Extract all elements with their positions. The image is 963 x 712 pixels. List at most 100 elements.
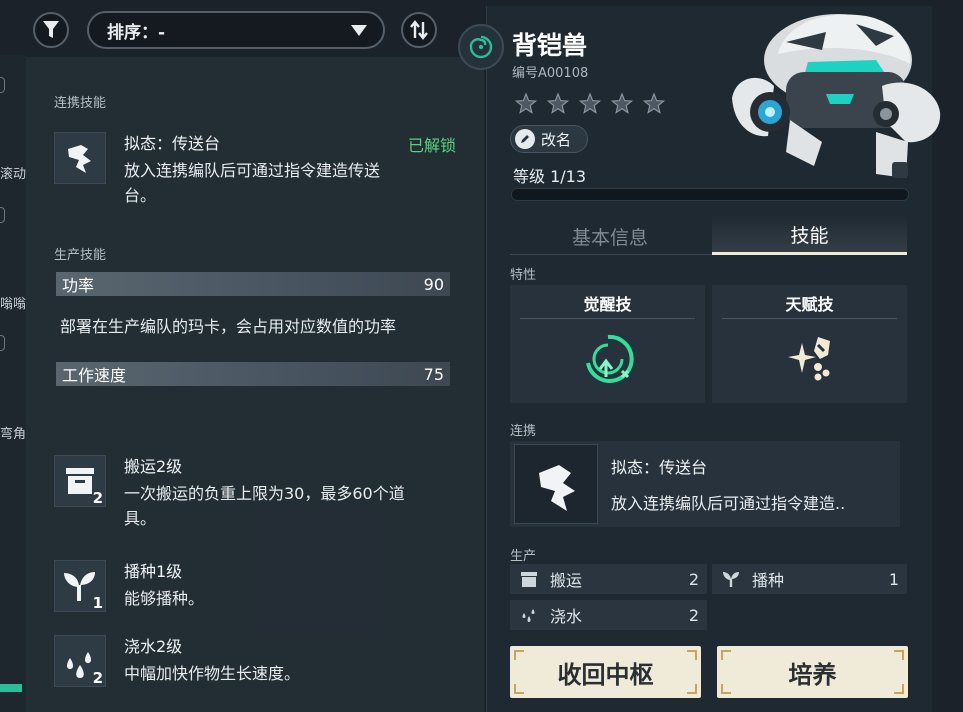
production-skill-name: 浇水2级	[124, 637, 183, 656]
link-card-desc: 放入连携编队后可通过指令建造..	[611, 494, 846, 513]
link-skill-entry: 拟态：传送台 已解锁 放入连携编队后可通过指令建造传送 台。	[54, 132, 456, 207]
background-list-item: 滚动	[0, 167, 27, 182]
power-label: 功率	[62, 276, 95, 295]
trait-card-talent[interactable]: 天赋技	[712, 285, 907, 403]
production-section-label: 生产	[510, 549, 537, 564]
element-badge	[458, 24, 504, 70]
background-list-strip: 滚动 嗡嗡 弯角	[0, 55, 26, 712]
sprout-icon	[720, 568, 742, 590]
production-skill-entry: 2 浇水2级 中幅加快作物生长速度。	[54, 635, 456, 688]
sort-order-icon	[410, 20, 428, 40]
star-icon	[642, 92, 666, 114]
star-icon	[578, 92, 602, 114]
rename-label: 改名	[541, 130, 572, 149]
work-speed-label: 工作速度	[62, 366, 127, 385]
rename-button[interactable]: 改名	[510, 125, 588, 153]
background-list-item: 嗡嗡	[0, 297, 27, 312]
power-value: 90	[423, 274, 444, 294]
link-skill-name: 拟态：传送台	[124, 134, 221, 153]
production-skill-entry: 1 播种1级 能够播种。	[54, 560, 456, 613]
pencil-icon	[515, 129, 535, 149]
character-portrait	[732, 14, 941, 178]
background-list-item: 弯角	[0, 427, 27, 442]
trait-divider	[722, 318, 897, 319]
traits-section-label: 特性	[510, 268, 537, 283]
teleporter-mimic-icon	[514, 444, 598, 524]
active-tab-indicator	[712, 252, 907, 255]
skill-level-badge: 1	[92, 594, 103, 612]
sort-label: 排序：-	[107, 22, 166, 43]
production-item-sow: 播种 1	[712, 564, 907, 594]
star-icon	[514, 92, 538, 114]
unlocked-status-badge: 已解锁	[407, 136, 456, 155]
production-skill-name: 播种1级	[124, 562, 183, 581]
water-drops-icon	[518, 604, 540, 626]
tab-skills[interactable]: 技能	[712, 214, 907, 254]
button-corner-ornament	[514, 650, 524, 660]
trait-title: 天赋技	[785, 295, 834, 314]
production-skill-desc-line: 具。	[124, 509, 157, 528]
production-label: 浇水	[550, 607, 583, 626]
link-skill-desc-line: 台。	[124, 186, 157, 205]
production-label: 播种	[752, 571, 785, 590]
power-note: 部署在生产编队的玛卡，会占用对应数值的功率	[60, 317, 397, 336]
trait-divider	[520, 318, 695, 319]
storage-box-icon: 2	[54, 455, 106, 507]
production-item-carry: 搬运 2	[510, 564, 707, 594]
link-skill-desc-line: 放入连携编队后可通过指令建造传送	[124, 161, 381, 180]
star-rating	[514, 92, 666, 116]
production-item-water: 浇水 2	[510, 600, 707, 630]
trait-card-awaken[interactable]: 觉醒技	[510, 285, 705, 403]
button-corner-ornament	[721, 684, 731, 694]
button-corner-ornament	[687, 650, 697, 660]
storage-box-icon	[518, 568, 540, 590]
sort-order-button[interactable]	[401, 12, 437, 48]
recall-button-label: 收回中枢	[557, 660, 654, 689]
tab-basic-info[interactable]: 基本信息	[510, 218, 710, 254]
character-name: 背铠兽	[512, 31, 588, 60]
link-skill-card[interactable]: 拟态：传送台 放入连携编队后可通过指令建造..	[510, 441, 900, 527]
production-skill-name: 搬运2级	[124, 457, 183, 476]
production-value: 2	[688, 569, 699, 589]
teleporter-mimic-icon	[54, 132, 106, 184]
talent-sparkle-icon	[788, 337, 830, 381]
link-section-label: 连携	[510, 424, 537, 439]
production-skill-desc-line: 中幅加快作物生长速度。	[124, 664, 301, 683]
button-corner-ornament	[894, 684, 904, 694]
button-corner-ornament	[894, 650, 904, 660]
level-label: 等级 1/13	[513, 167, 587, 186]
recall-to-hub-button[interactable]: 收回中枢	[510, 646, 701, 698]
train-button-label: 培养	[788, 660, 837, 689]
water-drops-icon: 2	[54, 635, 106, 687]
character-id: 编号A00108	[512, 66, 589, 81]
list-scroll-marker	[0, 207, 5, 223]
skill-level-badge: 2	[92, 489, 103, 507]
list-scroll-marker	[0, 77, 5, 93]
link-card-name: 拟态：传送台	[611, 458, 708, 477]
train-button[interactable]: 培养	[717, 646, 908, 698]
skill-level-badge: 2	[92, 669, 103, 687]
filter-button[interactable]	[33, 12, 69, 48]
background-progress-accent	[0, 684, 22, 692]
sort-dropdown[interactable]: 排序：-	[87, 11, 385, 49]
production-skill-desc-line: 能够播种。	[124, 589, 205, 608]
production-skill-section-title: 生产技能	[54, 248, 107, 263]
button-corner-ornament	[687, 684, 697, 694]
skill-detail-popover: 连携技能 拟态：传送台 已解锁 放入连携编队后可通过指令建造传送 台。 生产技能…	[26, 57, 484, 712]
power-stat-bar: 功率 90	[56, 272, 450, 296]
swirl-element-icon	[469, 35, 493, 59]
star-icon	[546, 92, 570, 114]
filter-funnel-icon	[43, 21, 59, 38]
chevron-down-icon	[351, 24, 367, 36]
production-skill-desc-line: 一次搬运的负重上限为30，最多60个道	[124, 484, 405, 503]
production-value: 2	[688, 605, 699, 625]
production-label: 搬运	[550, 571, 583, 590]
list-scroll-marker	[0, 335, 5, 351]
work-speed-stat-bar: 工作速度 75	[56, 362, 450, 386]
button-corner-ornament	[514, 684, 524, 694]
production-value: 1	[888, 569, 899, 589]
trait-title: 觉醒技	[583, 295, 632, 314]
awaken-swirl-icon	[586, 334, 634, 383]
production-skill-entry: 2 搬运2级 一次搬运的负重上限为30，最多60个道 具。	[54, 455, 456, 530]
link-skill-section-title: 连携技能	[54, 96, 107, 111]
